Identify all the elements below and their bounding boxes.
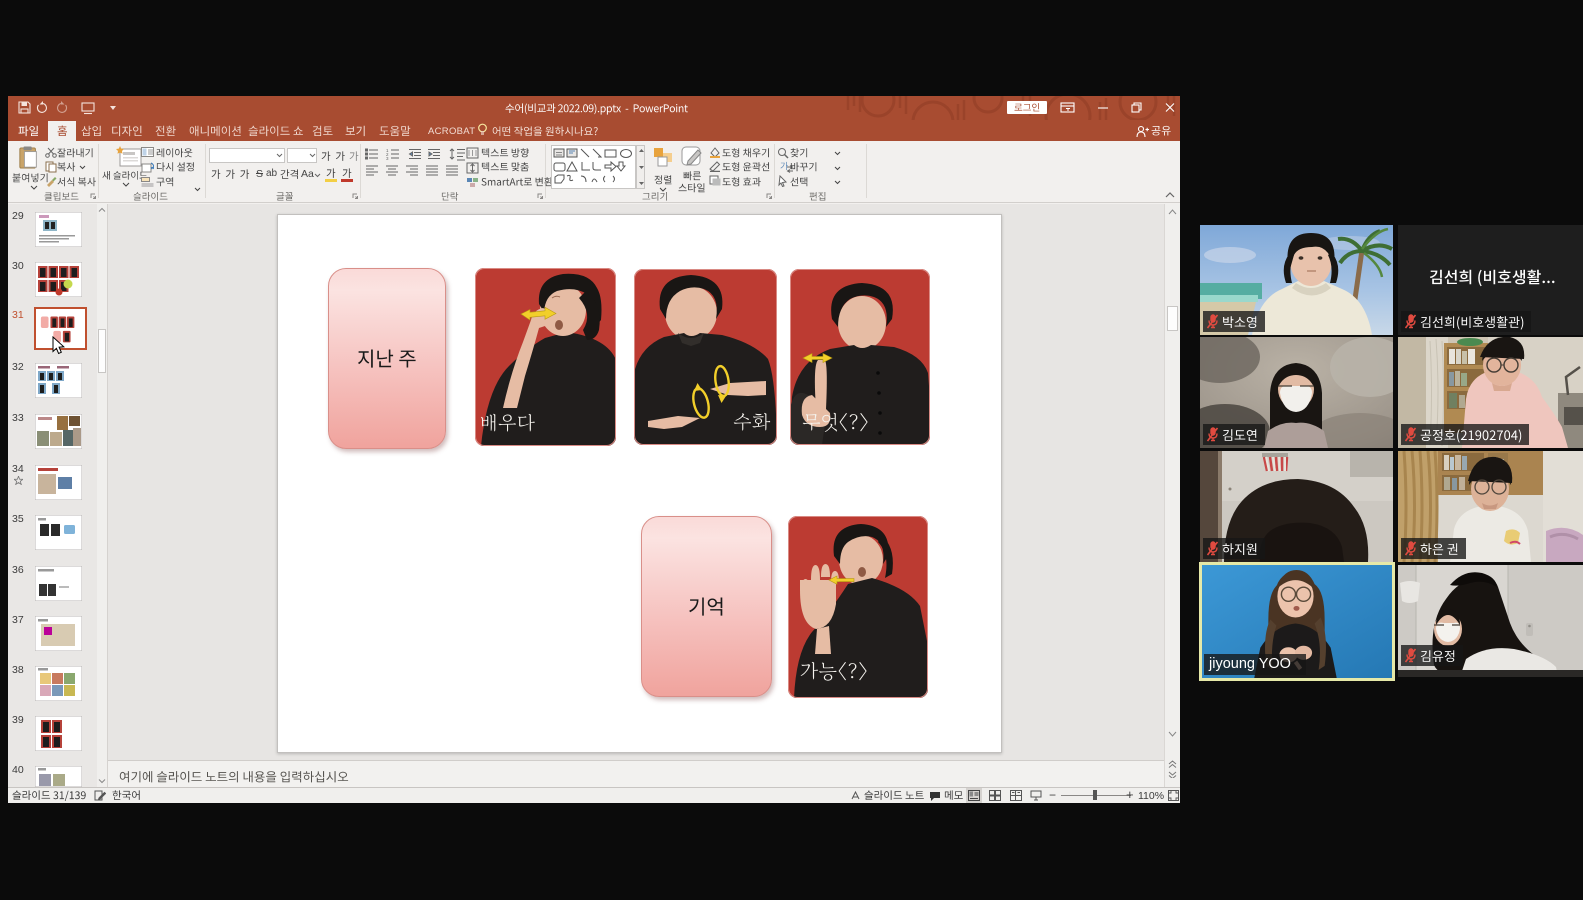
svg-text:3: 3 [386, 156, 389, 160]
